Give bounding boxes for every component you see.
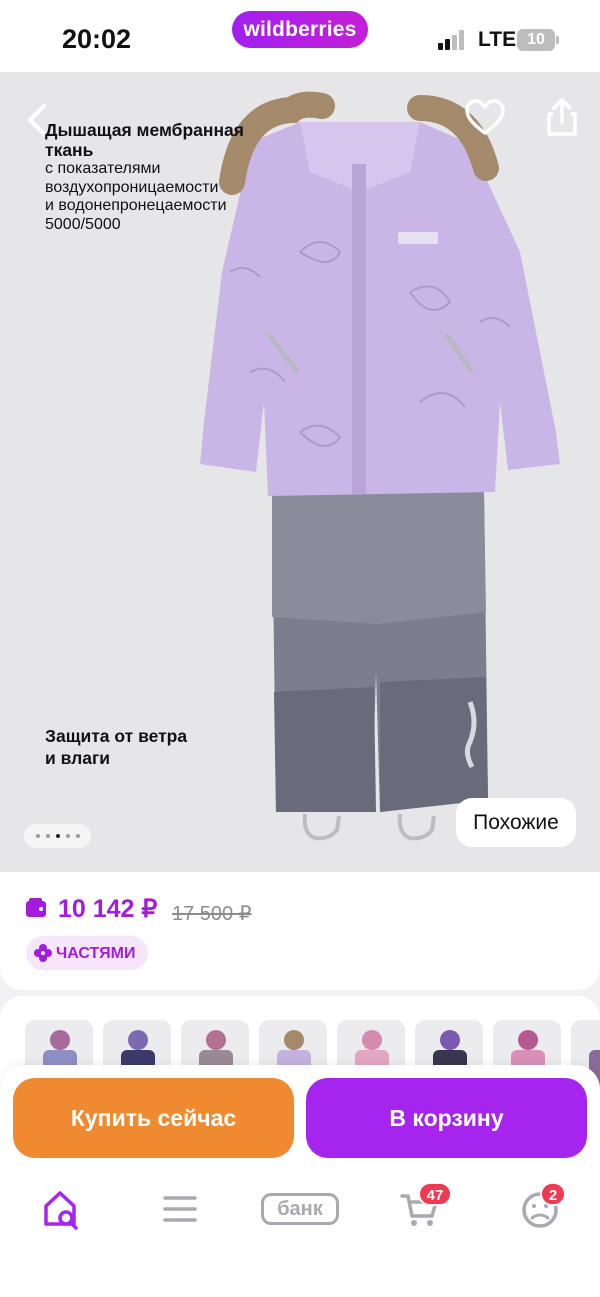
page-dot (46, 834, 50, 838)
cart-count-badge: 47 (418, 1182, 452, 1206)
feature-caption: Дышащая мембранная ткань с показателями … (45, 120, 275, 234)
caption-line: с показателями (45, 160, 161, 177)
heart-icon (465, 99, 505, 135)
caption-line: и водонепронецаемости (45, 197, 227, 214)
nav-catalog[interactable] (161, 1186, 199, 1232)
favorite-button[interactable] (464, 98, 506, 138)
notification-badge: 2 (540, 1182, 566, 1206)
page-dot (76, 834, 80, 838)
nav-bank[interactable]: банк (259, 1186, 341, 1232)
gallery-pagination (24, 824, 91, 848)
price-card: 10 142 ₽ 17 500 ₽ ЧАСТЯМИ (0, 872, 600, 990)
feature-caption-2: Защита от ветра и влаги (45, 725, 245, 769)
network-type: LTE (478, 28, 517, 51)
product-page: 20:02 wildberries LTE 10 Дышащая мембран… (0, 0, 600, 1297)
product-gallery[interactable]: Дышащая мембранная ткань с показателями … (0, 72, 600, 872)
caption2-line: и влаги (45, 748, 111, 768)
nav-home[interactable] (42, 1186, 82, 1232)
current-price: 10 142 ₽ (58, 895, 158, 923)
caption-heading: Дышащая мембранная ткань (45, 120, 244, 160)
nav-profile[interactable]: 2 (520, 1182, 566, 1232)
page-dot-active (56, 834, 60, 838)
old-price: 17 500 ₽ (172, 903, 252, 925)
wallet-icon (26, 898, 46, 917)
purchase-bar: Купить сейчас В корзину (0, 1065, 600, 1297)
home-search-icon (44, 1191, 78, 1230)
bank-label: банк (261, 1193, 339, 1225)
caption-line: 5000/5000 (45, 215, 121, 233)
signal-icon (438, 30, 468, 50)
battery-icon: 10 (517, 29, 555, 51)
status-bar: 20:02 wildberries LTE 10 (0, 0, 600, 72)
nav-cart[interactable]: 47 (400, 1182, 452, 1232)
catalog-icon (163, 1196, 197, 1222)
battery-cap (556, 36, 559, 44)
share-icon (547, 98, 577, 136)
flower-icon (34, 944, 52, 962)
buy-now-button[interactable]: Купить сейчас (13, 1078, 294, 1158)
add-to-cart-button[interactable]: В корзину (306, 1078, 587, 1158)
share-button[interactable] (541, 96, 583, 138)
page-dot (66, 834, 70, 838)
page-dot (36, 834, 40, 838)
caption-line: воздухопроницаемости (45, 178, 219, 196)
status-time: 20:02 (62, 24, 132, 54)
installment-badge[interactable]: ЧАСТЯМИ (26, 936, 148, 970)
installment-label: ЧАСТЯМИ (56, 945, 136, 962)
brand-logo[interactable]: wildberries (232, 11, 368, 48)
caption2-line: Защита от ветра (45, 726, 188, 746)
similar-button[interactable]: Похожие (456, 798, 576, 847)
